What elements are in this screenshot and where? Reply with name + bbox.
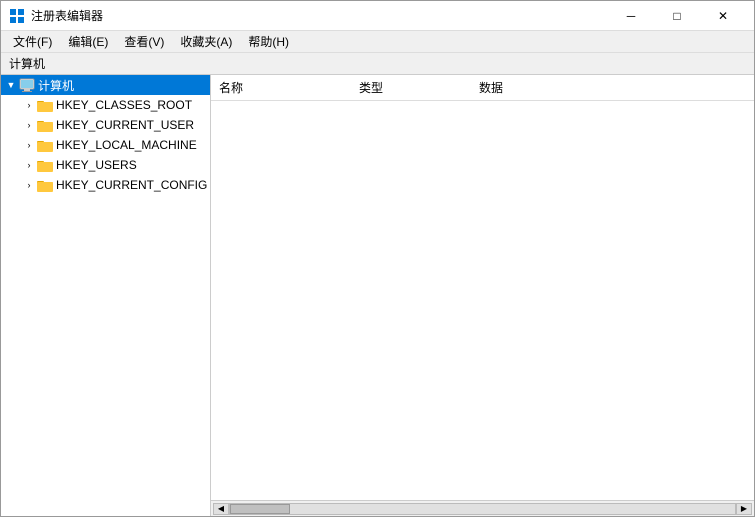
menu-view[interactable]: 查看(V) xyxy=(116,31,172,52)
tree-root-computer[interactable]: ▼ 计算机 xyxy=(1,75,210,95)
tree-item-local-machine[interactable]: › HKEY_LOCAL_MACHINE xyxy=(21,135,210,155)
menu-edit[interactable]: 编辑(E) xyxy=(60,31,116,52)
minimize-button[interactable]: ─ xyxy=(608,1,654,31)
window-controls: ─ □ ✕ xyxy=(608,1,746,31)
label-local-machine: HKEY_LOCAL_MACHINE xyxy=(56,138,197,152)
scroll-left-btn[interactable]: ◀ xyxy=(213,503,229,515)
maximize-button[interactable]: □ xyxy=(654,1,700,31)
scroll-right-btn[interactable]: ▶ xyxy=(736,503,752,515)
detail-body xyxy=(211,101,754,500)
menu-file[interactable]: 文件(F) xyxy=(5,31,60,52)
col-data: 数据 xyxy=(471,77,754,98)
folder-icon-current-config xyxy=(37,178,53,192)
expand-icon-current-config[interactable]: › xyxy=(21,177,37,193)
detail-header: 名称 类型 数据 xyxy=(211,75,754,101)
registry-editor-window: 注册表编辑器 ─ □ ✕ 文件(F) 编辑(E) 查看(V) 收藏夹(A) 帮助… xyxy=(0,0,755,517)
scroll-thumb[interactable] xyxy=(230,504,290,514)
tree-item-users[interactable]: › HKEY_USERS xyxy=(21,155,210,175)
menu-help[interactable]: 帮助(H) xyxy=(240,31,297,52)
breadcrumb: 计算机 xyxy=(1,53,754,75)
computer-icon xyxy=(19,77,35,93)
label-current-user: HKEY_CURRENT_USER xyxy=(56,118,194,132)
expand-icon-current-user[interactable]: › xyxy=(21,117,37,133)
main-content: ▼ 计算机 › xyxy=(1,75,754,516)
root-label: 计算机 xyxy=(38,77,74,94)
scroll-track[interactable] xyxy=(229,503,736,515)
expand-icon-computer[interactable]: ▼ xyxy=(3,77,19,93)
expand-icon-users[interactable]: › xyxy=(21,157,37,173)
col-type: 类型 xyxy=(351,77,471,98)
label-users: HKEY_USERS xyxy=(56,158,137,172)
folder-icon-users xyxy=(37,158,53,172)
label-classes-root: HKEY_CLASSES_ROOT xyxy=(56,98,192,112)
title-bar: 注册表编辑器 ─ □ ✕ xyxy=(1,1,754,31)
folder-icon-current-user xyxy=(37,118,53,132)
close-button[interactable]: ✕ xyxy=(700,1,746,31)
horizontal-scrollbar[interactable]: ◀ ▶ xyxy=(211,500,754,516)
menu-bar: 文件(F) 编辑(E) 查看(V) 收藏夹(A) 帮助(H) xyxy=(1,31,754,53)
tree-panel[interactable]: ▼ 计算机 › xyxy=(1,75,211,516)
breadcrumb-text: 计算机 xyxy=(9,55,45,72)
label-current-config: HKEY_CURRENT_CONFIG xyxy=(56,178,207,192)
expand-icon-classes-root[interactable]: › xyxy=(21,97,37,113)
tree-children: › HKEY_CLASSES_ROOT › xyxy=(1,95,210,195)
tree-item-current-user[interactable]: › HKEY_CURRENT_USER xyxy=(21,115,210,135)
tree-item-current-config[interactable]: › HKEY_CURRENT_CONFIG xyxy=(21,175,210,195)
folder-icon-local-machine xyxy=(37,138,53,152)
app-icon xyxy=(9,8,25,24)
expand-icon-local-machine[interactable]: › xyxy=(21,137,37,153)
folder-icon-classes-root xyxy=(37,98,53,112)
window-title: 注册表编辑器 xyxy=(31,7,608,24)
tree-item-classes-root[interactable]: › HKEY_CLASSES_ROOT xyxy=(21,95,210,115)
col-name: 名称 xyxy=(211,77,351,98)
detail-panel: 名称 类型 数据 ◀ ▶ xyxy=(211,75,754,516)
menu-favorites[interactable]: 收藏夹(A) xyxy=(172,31,240,52)
